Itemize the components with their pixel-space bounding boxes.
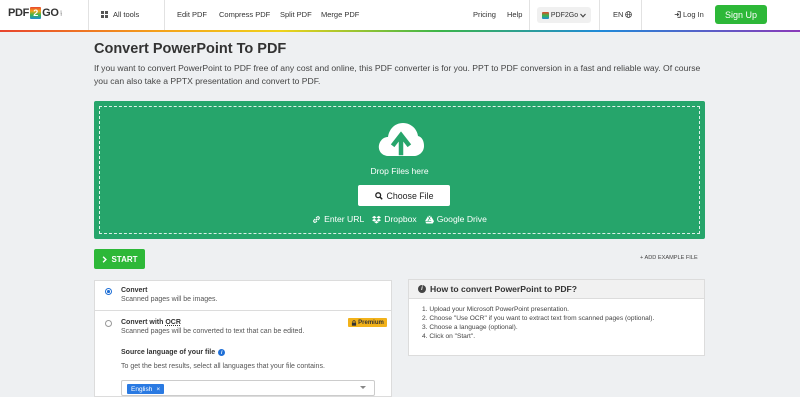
- dropbox-label: Dropbox: [384, 214, 417, 224]
- all-tools-menu[interactable]: All tools: [101, 10, 139, 19]
- nav-divider: [88, 0, 89, 30]
- howto-header: i How to convert PowerPoint to PDF?: [409, 280, 704, 299]
- howto-title: How to convert PowerPoint to PDF?: [430, 284, 578, 294]
- nav-divider: [529, 0, 530, 30]
- convert-option-title: Convert: [121, 287, 148, 294]
- nav-divider: [641, 0, 642, 30]
- signup-button[interactable]: Sign Up: [715, 5, 767, 24]
- nav-link-split-pdf[interactable]: Split PDF: [280, 10, 312, 19]
- nav-link-edit-pdf[interactable]: Edit PDF: [177, 10, 207, 19]
- globe-icon: [625, 11, 633, 18]
- convert-radio[interactable]: [105, 288, 112, 295]
- enter-url-label: Enter URL: [324, 214, 365, 224]
- nav-divider: [164, 0, 165, 30]
- dropdown-caret-icon: [360, 386, 366, 389]
- chevron-right-icon: [103, 255, 108, 263]
- ocr-radio[interactable]: [105, 320, 112, 327]
- nav-link-pricing[interactable]: Pricing: [473, 10, 496, 19]
- page-title: Convert PowerPoint To PDF: [94, 41, 287, 57]
- nav-divider: [599, 0, 600, 30]
- howto-step: 2. Choose "Use OCR" if you want to extra…: [422, 314, 655, 322]
- link-icon: [313, 215, 320, 223]
- add-example-label: ADD EXAMPLE FILE: [644, 255, 698, 261]
- brand-selector-label: PDF2Go: [550, 11, 579, 19]
- source-language-label: Source language of your file i: [121, 349, 226, 356]
- logo-text-2: 2: [30, 7, 42, 19]
- info-icon[interactable]: i: [218, 349, 226, 356]
- pdf2go-logo[interactable]: PDF 2 GO .com: [8, 7, 64, 19]
- google-drive-icon: [424, 215, 434, 224]
- plus-icon: +: [640, 255, 644, 261]
- drop-zone-border: Drop Files here Choose File Enter URL Dr…: [99, 106, 700, 234]
- choose-file-button[interactable]: Choose File: [358, 185, 450, 206]
- ocr-title-prefix: Convert with: [121, 319, 166, 326]
- howto-step: 3. Choose a language (optional).: [422, 323, 518, 331]
- cloud-upload-icon: [378, 123, 424, 156]
- dropbox-icon: [372, 215, 382, 224]
- dropbox-button[interactable]: Dropbox: [372, 214, 417, 224]
- enter-url-button[interactable]: Enter URL: [312, 214, 364, 224]
- source-language-text: Source language of your file: [121, 349, 216, 356]
- howto-panel: i How to convert PowerPoint to PDF? 1. U…: [408, 279, 705, 356]
- conversion-options: Convert Scanned pages will be images. Co…: [94, 280, 392, 397]
- logo-text-go: GO: [42, 7, 59, 19]
- howto-steps: 1. Upload your Microsoft PowerPoint pres…: [422, 306, 654, 342]
- nav-link-compress-pdf[interactable]: Compress PDF: [219, 10, 270, 19]
- premium-badge: Premium: [348, 318, 387, 327]
- logo-text-pdf: PDF: [8, 7, 30, 19]
- logo-text-com: .com: [59, 10, 64, 16]
- google-drive-label: Google Drive: [436, 214, 487, 224]
- login-icon: [674, 11, 681, 18]
- grid-icon: [101, 11, 108, 18]
- source-language-hint: To get the best results, select all lang…: [121, 363, 325, 370]
- remove-tag-icon[interactable]: ×: [156, 386, 160, 393]
- option-convert[interactable]: Convert Scanned pages will be images.: [95, 281, 391, 311]
- login-label: Log In: [683, 10, 704, 19]
- ocr-option-title: Convert with OCR: [121, 319, 181, 326]
- add-example-file-link[interactable]: + ADD EXAMPLE FILE: [640, 255, 698, 261]
- language-selector[interactable]: EN: [613, 10, 633, 19]
- login-button[interactable]: Log In: [674, 10, 704, 19]
- choose-file-label: Choose File: [386, 190, 434, 201]
- howto-step: 1. Upload your Microsoft PowerPoint pres…: [422, 306, 569, 313]
- drop-files-text: Drop Files here: [370, 166, 429, 176]
- top-navigation: PDF 2 GO .com All tools Edit PDF Compres…: [0, 0, 800, 30]
- google-drive-button[interactable]: Google Drive: [424, 214, 487, 224]
- all-tools-label: All tools: [113, 10, 140, 19]
- source-language-select[interactable]: English ×: [121, 380, 375, 396]
- howto-step: 4. Click on "Start".: [422, 332, 476, 340]
- brand-selector[interactable]: PDF2Go: [537, 7, 591, 23]
- language-tag: English ×: [127, 384, 165, 394]
- convert-option-desc: Scanned pages will be images.: [121, 296, 218, 303]
- brand-logo-icon: [541, 11, 549, 19]
- page-intro: If you want to convert PowerPoint to PDF…: [94, 63, 701, 86]
- nav-link-help[interactable]: Help: [507, 10, 522, 19]
- rainbow-stripe: [0, 30, 800, 32]
- ocr-option-desc: Scanned pages will be converted to text …: [121, 328, 305, 335]
- info-icon: i: [418, 285, 426, 293]
- language-label: EN: [613, 10, 624, 19]
- upload-sources: Enter URL Dropbox Google Drive: [100, 214, 699, 224]
- start-label: START: [111, 254, 138, 264]
- search-icon: [374, 191, 383, 200]
- file-drop-zone[interactable]: Drop Files here Choose File Enter URL Dr…: [94, 101, 705, 239]
- language-tag-label: English: [131, 385, 153, 393]
- nav-link-merge-pdf[interactable]: Merge PDF: [321, 10, 359, 19]
- start-button[interactable]: START: [94, 249, 145, 269]
- chevron-down-icon: [580, 13, 587, 18]
- ocr-abbreviation: OCR: [165, 319, 181, 326]
- lock-icon: [352, 319, 357, 326]
- premium-label: Premium: [358, 319, 384, 326]
